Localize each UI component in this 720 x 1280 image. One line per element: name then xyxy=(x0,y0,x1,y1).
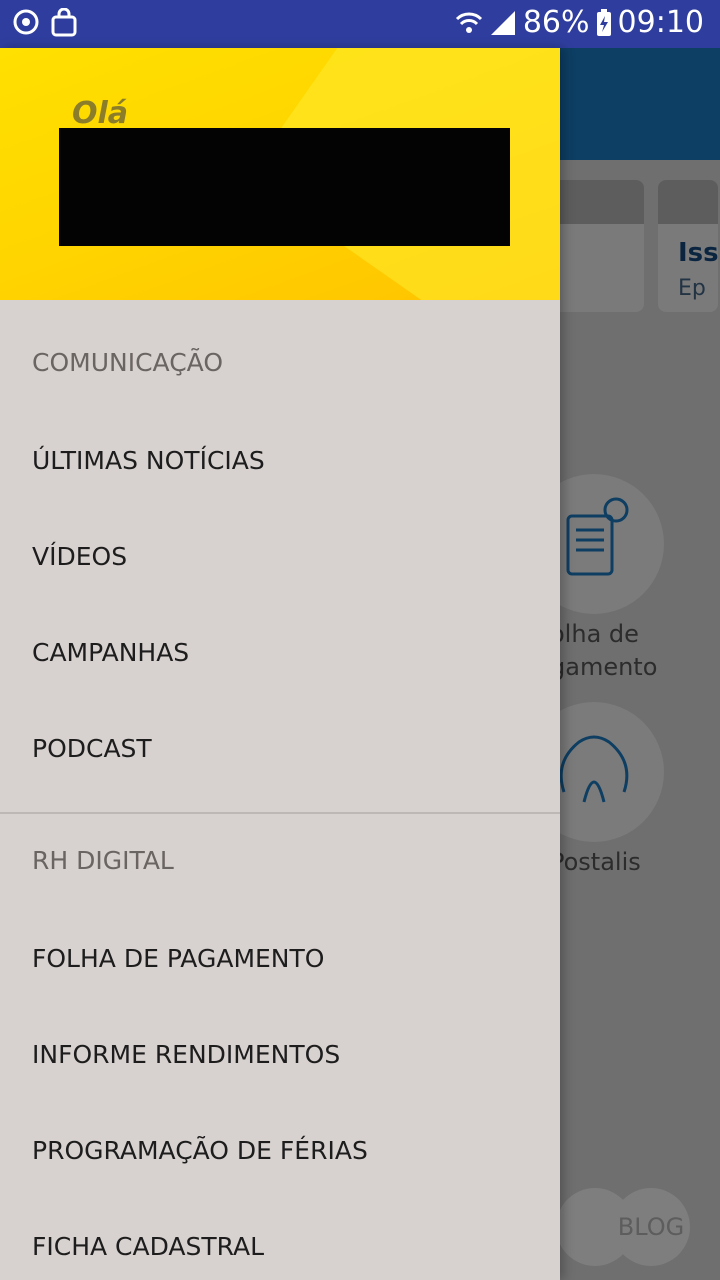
status-bar: 86% 09:10 xyxy=(0,0,720,48)
section-title-rh-digital: RH DIGITAL xyxy=(32,846,174,875)
sync-icon xyxy=(12,8,40,38)
menu-item-folha-de-pagamento[interactable]: FOLHA DE PAGAMENTO xyxy=(0,910,560,1006)
clock: 09:10 xyxy=(617,5,704,40)
menu-item-informe-rendimentos[interactable]: INFORME RENDIMENTOS xyxy=(0,1006,560,1102)
section-divider xyxy=(0,812,560,814)
menu-item-ficha-cadastral[interactable]: FICHA CADASTRAL xyxy=(0,1198,560,1280)
wifi-icon xyxy=(455,9,483,37)
signal-icon xyxy=(489,9,517,37)
redacted-user-name xyxy=(59,128,510,246)
postalis-shortcut[interactable] xyxy=(560,702,664,842)
payroll-shortcut[interactable] xyxy=(560,474,664,614)
menu-item-campanhas[interactable]: CAMPANHAS xyxy=(0,604,560,700)
section-title-comunicacao: COMUNICAÇÃO xyxy=(32,348,223,377)
news-card[interactable]: Iss Ep xyxy=(658,180,718,312)
background-app: Iss Ep olha de gamento Postalis BLOG xyxy=(560,48,720,1280)
battery-charging-icon xyxy=(596,8,612,37)
shopping-bag-icon xyxy=(50,8,78,38)
battery-percent: 86% xyxy=(522,5,590,40)
greeting: Olá xyxy=(72,96,129,131)
payroll-document-icon xyxy=(566,497,629,576)
menu-item-ultimas-noticias[interactable]: ÚLTIMAS NOTÍCIAS xyxy=(0,412,560,508)
menu-item-podcast[interactable]: PODCAST xyxy=(0,700,560,796)
postalis-shortcut-label: Postalis xyxy=(560,848,641,876)
news-card-subtitle: Ep xyxy=(678,276,706,301)
hands-icon xyxy=(560,735,629,803)
payroll-shortcut-label: olha de gamento xyxy=(560,620,658,681)
news-card[interactable] xyxy=(560,180,644,312)
menu-item-programacao-de-ferias[interactable]: PROGRAMAÇÃO DE FÉRIAS xyxy=(0,1102,560,1198)
news-card-title: Iss xyxy=(678,238,718,268)
navigation-drawer: Olá COMUNICAÇÃO ÚLTIMAS NOTÍCIAS VÍDEOS … xyxy=(0,48,560,1280)
menu-item-videos[interactable]: VÍDEOS xyxy=(0,508,560,604)
blog-button[interactable]: BLOG xyxy=(612,1188,690,1266)
drawer-header: Olá xyxy=(0,48,560,300)
background-app-bar xyxy=(560,48,720,160)
